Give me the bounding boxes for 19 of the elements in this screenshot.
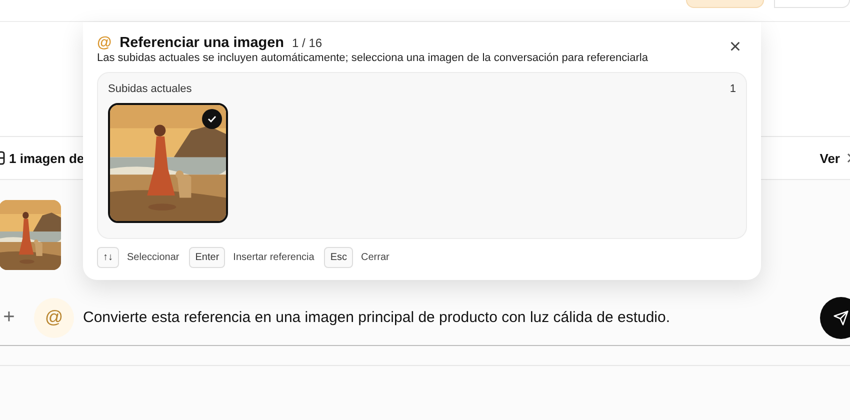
add-button[interactable]: + (0, 306, 18, 329)
key-hint: Enter (189, 247, 226, 268)
shortcut-label: Seleccionar (127, 252, 180, 263)
popup-title: Referenciar una imagen (120, 34, 284, 50)
mention-icon: @ (97, 34, 112, 50)
send-icon (833, 310, 849, 326)
section-title: Subidas actuales (108, 83, 192, 95)
attachments-label: 1 imagen de (9, 150, 84, 166)
view-button[interactable]: Ver (820, 150, 840, 166)
popup-description: Las subidas actuales se incluyen automáticamente; selecciona una imagen de la conversación para referenciarla (97, 52, 649, 64)
shortcut-label: Insertar referencia (233, 252, 314, 263)
popup-counter: 1 / 16 (292, 36, 322, 50)
send-button[interactable] (820, 296, 850, 338)
key-hint: ↑↓ (97, 247, 119, 268)
close-button[interactable]: × (723, 38, 747, 56)
shortcut-label: Cerrar (361, 252, 390, 263)
message-field[interactable]: Convierte esta referencia en una imagen principal de producto con luz cálida de estudio. (83, 309, 820, 326)
key-hint: Esc (324, 247, 353, 268)
section-count: 1 (730, 83, 736, 95)
